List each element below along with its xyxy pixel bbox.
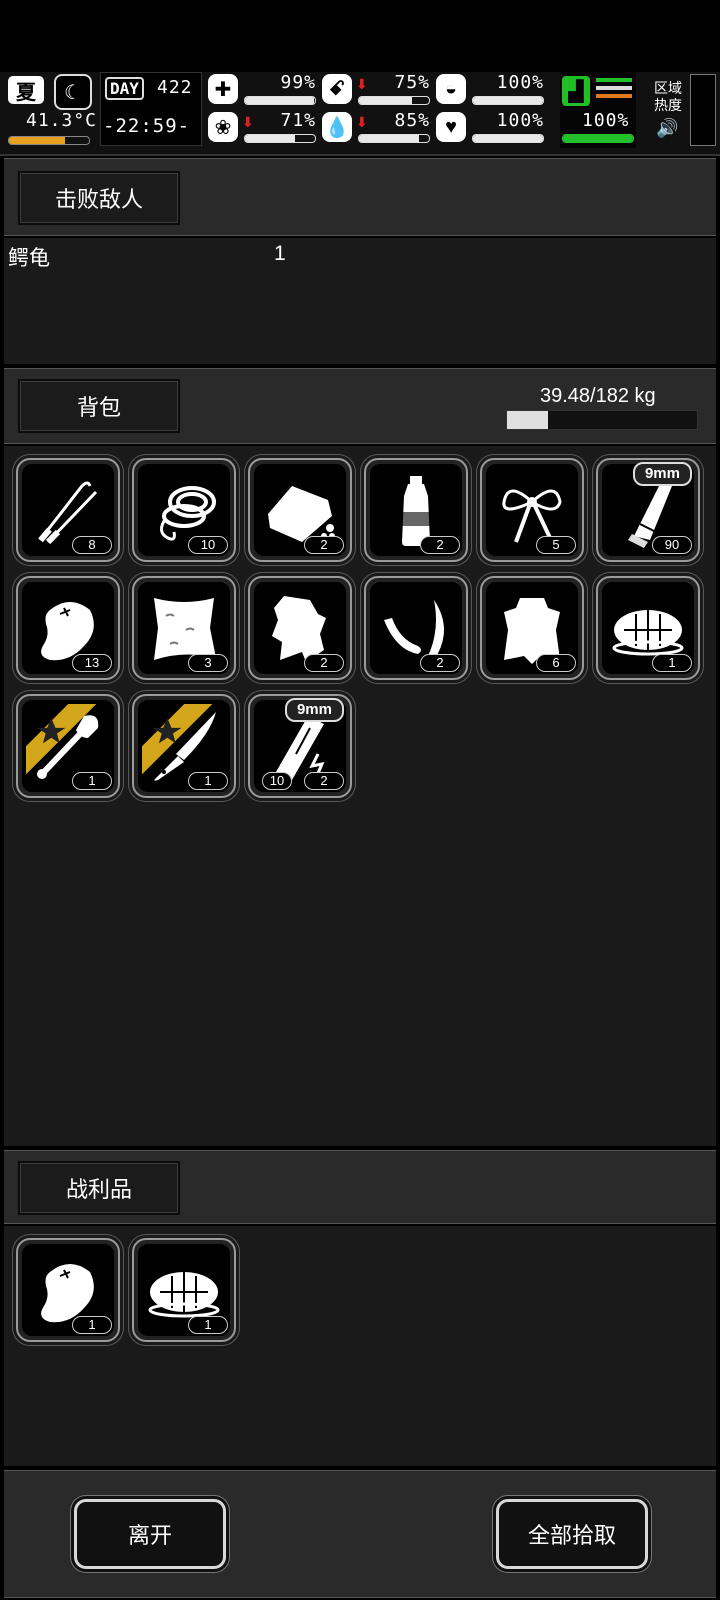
stat-bar — [472, 134, 544, 143]
temperature-readout: 41.3°C — [26, 110, 98, 131]
stat-value: 75% — [394, 72, 430, 93]
item-slot[interactable]: 3 — [132, 576, 236, 680]
stat-value: 71% — [280, 110, 316, 131]
stat-value: 100% — [496, 72, 544, 93]
loot-header: 战利品 — [4, 1150, 716, 1224]
item-slot[interactable]: 2 — [248, 576, 352, 680]
stamina-bar — [562, 134, 634, 143]
season-label: 夏 — [16, 81, 36, 104]
item-count: 2 — [304, 536, 344, 554]
item-slot[interactable]: 1 — [16, 1238, 120, 1342]
ammo-caliber-badge: 9mm — [632, 462, 692, 486]
heart-icon: ♥ — [436, 112, 466, 142]
take-all-button[interactable]: 全部拾取 — [496, 1499, 648, 1569]
item-count: 1 — [72, 772, 112, 790]
item-slot[interactable]: 5 — [480, 458, 584, 562]
decrease-arrow-icon: ⬇ — [242, 114, 254, 130]
lungs-icon: ◒ — [436, 74, 466, 104]
defeated-list: 鳄龟 1 — [4, 238, 716, 364]
stat-bar — [244, 96, 316, 105]
boot-icon: ▟ — [562, 76, 590, 106]
day-number: 422 — [157, 77, 193, 98]
item-count: 2 — [420, 536, 460, 554]
item-count: 1 — [188, 1316, 228, 1334]
item-count: 6 — [536, 654, 576, 672]
moon-icon: ☾ — [54, 74, 92, 110]
zone-heat-meter — [690, 74, 716, 146]
season-icon: 夏 — [8, 76, 44, 104]
status-hud: 夏 ☾ 41.3°C DAY 422 -22:59- ✚ 99% ꗃ ⬇ 75% ◒ 100… — [0, 72, 720, 156]
day-label: DAY — [105, 77, 144, 100]
item-slot[interactable]: 2 — [364, 576, 468, 680]
item-count: 2 — [420, 654, 460, 672]
ammo-caliber-badge: 9mm — [284, 698, 344, 722]
decrease-arrow-icon: ⬇ — [356, 76, 368, 92]
item-slot[interactable]: 1 — [132, 1238, 236, 1342]
item-count: 3 — [188, 654, 228, 672]
stat-bar — [358, 134, 430, 143]
item-count: 90 — [652, 536, 692, 554]
stat-bar — [472, 96, 544, 105]
item-slot[interactable]: 9mm 90 — [596, 458, 700, 562]
stat-bar — [244, 134, 316, 143]
action-bar: 离开 全部拾取 — [4, 1470, 716, 1598]
temperature-bar — [8, 136, 90, 145]
item-count: 1 — [188, 772, 228, 790]
weight-bar — [506, 410, 698, 430]
item-slot[interactable]: 13 — [16, 576, 120, 680]
stat-value: 85% — [394, 110, 430, 131]
item-slot[interactable]: 6 — [480, 576, 584, 680]
item-slot[interactable]: 9mm 10 2 — [248, 694, 352, 798]
speaker-icon[interactable]: 🔊 — [656, 118, 678, 139]
item-slot[interactable]: 10 — [132, 458, 236, 562]
clock: -22:59- — [103, 115, 191, 137]
backpack-grid: 8 10 2 2 5 9mm 90 13 3 2 2 6 1 1 1 9mm 10 2 — [4, 446, 716, 1146]
item-count: 2 — [304, 772, 344, 790]
tab-defeated-enemies[interactable]: 击败敌人 — [18, 171, 180, 225]
item-count: 13 — [72, 654, 112, 672]
backpack-header: 背包 39.48/182 kg — [4, 368, 716, 444]
stat-bar — [358, 96, 430, 105]
enemy-count: 1 — [274, 242, 286, 265]
item-slot[interactable]: 1 — [596, 576, 700, 680]
stomach-icon: ꗃ — [322, 74, 352, 104]
item-count: 10 — [188, 536, 228, 554]
decrease-arrow-icon: ⬇ — [356, 114, 368, 130]
tab-backpack[interactable]: 背包 — [18, 379, 180, 433]
favorite-star-icon — [26, 704, 97, 775]
leave-button[interactable]: 离开 — [74, 1499, 226, 1569]
zone-heat-label: 区域 热度 — [654, 80, 682, 113]
stamina-box: ▟ 100% — [560, 72, 636, 148]
item-count: 8 — [72, 536, 112, 554]
stamina-readout: 100% — [582, 110, 630, 131]
item-slot[interactable]: 2 — [364, 458, 468, 562]
stat-value: 99% — [280, 72, 316, 93]
weight-readout: 39.48/182 kg — [540, 385, 656, 407]
item-count: 2 — [304, 654, 344, 672]
brain-icon: ❀ — [208, 112, 238, 142]
day-time-box: DAY 422 -22:59- — [100, 72, 202, 146]
stat-value: 100% — [496, 110, 544, 131]
defeated-header: 击败敌人 — [4, 158, 716, 236]
enemy-name: 鳄龟 — [8, 247, 50, 270]
medkit-icon: ✚ — [208, 74, 238, 104]
item-slot[interactable]: 1 — [16, 694, 120, 798]
favorite-star-icon — [142, 704, 213, 775]
item-count: 5 — [536, 536, 576, 554]
item-count: 1 — [72, 1316, 112, 1334]
loot-grid: 11 — [4, 1226, 716, 1466]
stamina-stripes — [596, 78, 632, 98]
item-slot[interactable]: 8 — [16, 458, 120, 562]
item-count: 1 — [652, 654, 692, 672]
enemy-row: 鳄龟 1 — [8, 242, 708, 270]
magazine-capacity: 10 — [262, 772, 292, 790]
item-slot[interactable]: 1 — [132, 694, 236, 798]
item-slot[interactable]: 2 — [248, 458, 352, 562]
tab-loot[interactable]: 战利品 — [18, 1161, 180, 1215]
water-drop-icon: 💧 — [322, 112, 352, 142]
